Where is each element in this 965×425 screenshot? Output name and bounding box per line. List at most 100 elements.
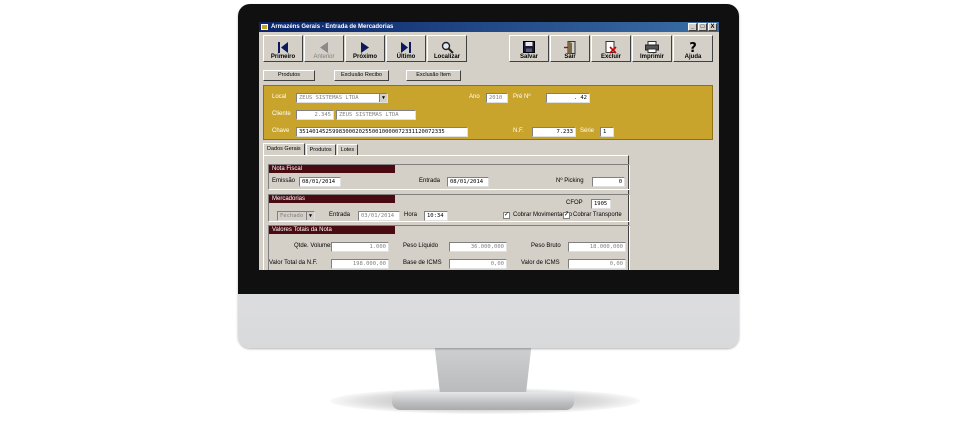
header-panel: Local ZEUS SISTEMAS LTDA ▼ Ano 2010 Pré … [263, 85, 713, 140]
status-dropdown[interactable]: Fechado ▼ [277, 211, 315, 221]
key-label: Chave [272, 128, 290, 134]
nf-total-label: Valor Total da N.F. [269, 260, 318, 266]
delete-receipt-button[interactable]: Exclusão Recibo [334, 70, 389, 81]
year-label: Ano [469, 94, 480, 100]
pre-number-label: Pré Nº [513, 94, 531, 100]
local-label: Local [272, 94, 287, 100]
floppy-disk-icon [523, 40, 535, 54]
help-button[interactable]: ? Ajuda [673, 35, 713, 62]
app-icon [261, 24, 268, 30]
search-button[interactable]: Localizar [427, 35, 467, 62]
invoice-entry-date-field[interactable]: 08/01/2014 [447, 177, 489, 187]
local-value: ZEUS SISTEMAS LTDA [299, 95, 359, 101]
last-label: Último [396, 54, 416, 60]
icms-base-field[interactable]: 0,00 [449, 259, 507, 269]
search-label: Localizar [433, 54, 460, 60]
totals-section: Valores Totais da Nota Qtde. Volumes 1.0… [268, 225, 630, 270]
picking-label: Nº Picking [556, 178, 584, 184]
skip-first-icon [277, 40, 289, 54]
save-label: Salvar [519, 54, 538, 60]
window-titlebar: Armazéns Gerais - Entrada de Mercadorias… [259, 22, 719, 32]
first-button[interactable]: Primeiro [263, 35, 303, 62]
monitor-base [392, 392, 574, 410]
charge-movement-checkbox[interactable]: ✓ [503, 212, 510, 219]
first-label: Primeiro [270, 54, 296, 60]
svg-text:?: ? [689, 41, 697, 54]
tab-general-data[interactable]: Dados Gerais [263, 143, 305, 155]
toolbar: Primeiro Anterior Próximo Último Localiz… [259, 33, 719, 63]
window-title: Armazéns Gerais - Entrada de Mercadorias [271, 24, 394, 30]
volumes-field[interactable]: 1.000 [331, 242, 389, 252]
invoice-section-title: Nota Fiscal [269, 165, 395, 173]
goods-entry-label: Entrada [329, 212, 351, 218]
next-button[interactable]: Próximo [345, 35, 385, 62]
question-mark-icon: ? [688, 40, 698, 54]
close-button[interactable]: X [708, 23, 717, 31]
status-value: Fechado [280, 213, 304, 219]
next-label: Próximo [352, 54, 377, 60]
goods-section-title: Mercadorias [269, 195, 395, 203]
cfop-field[interactable]: 1905 [591, 199, 611, 209]
gross-weight-field[interactable]: 18.000,000 [568, 242, 626, 252]
icms-base-label: Base de ICMS [403, 260, 442, 266]
tab-strip: Dados Gerais Produtos Lotes [263, 143, 359, 155]
next-icon [360, 40, 370, 54]
goods-section: Mercadorias CFOP 1905 Fechado ▼ Entrada … [268, 194, 630, 222]
exit-label: Sair [564, 54, 576, 60]
save-button[interactable]: Salvar [509, 35, 549, 62]
nf-label: N.F. [513, 128, 524, 134]
goods-entry-date-field[interactable]: 03/01/2014 [358, 211, 400, 221]
previous-button[interactable]: Anterior [304, 35, 344, 62]
nf-number-field[interactable]: 7.233 [532, 127, 576, 137]
access-key-field[interactable]: 3514014525998300020255001000007233112007… [296, 127, 468, 137]
invoice-entry-label: Entrada [419, 178, 441, 184]
chevron-down-icon[interactable]: ▼ [306, 212, 314, 220]
previous-label: Anterior [313, 54, 335, 60]
net-weight-label: Peso Líquido [403, 243, 439, 249]
delete-item-button[interactable]: Exclusão Item [406, 70, 461, 81]
client-label: Cliente [272, 111, 291, 117]
time-label: Hora [404, 212, 418, 218]
chevron-down-icon[interactable]: ▼ [379, 94, 387, 102]
printer-icon [645, 40, 659, 54]
icms-value-label: Valor de ICMS [521, 260, 560, 266]
last-button[interactable]: Último [386, 35, 426, 62]
delete-button[interactable]: Excluir [591, 35, 631, 62]
icms-value-field[interactable]: 0,00 [568, 259, 626, 269]
magnifier-icon [441, 40, 454, 54]
totals-section-title: Valores Totais da Nota [269, 226, 395, 234]
monitor-bezel: Armazéns Gerais - Entrada de Mercadorias… [238, 4, 739, 294]
pre-number-field[interactable]: . 42 [546, 93, 590, 103]
picking-field[interactable]: 0 [592, 177, 625, 187]
invoice-section: Nota Fiscal Emissão 08/01/2014 Entrada 0… [268, 164, 630, 190]
nf-total-field[interactable]: 198.000,00 [331, 259, 389, 269]
cfop-label: CFOP [566, 200, 583, 206]
series-field[interactable]: 1 [600, 127, 614, 137]
time-field[interactable]: 10:34 [424, 211, 448, 221]
gross-weight-label: Peso Bruto [531, 243, 561, 249]
client-name-field[interactable]: ZEUS SISTEMAS LTDA [336, 110, 416, 120]
exit-button[interactable]: Sair [550, 35, 590, 62]
print-button[interactable]: Imprimir [632, 35, 672, 62]
tab-products[interactable]: Produtos [305, 144, 336, 155]
skip-last-icon [400, 40, 412, 54]
exit-door-icon [564, 40, 576, 54]
delete-label: Excluir [600, 54, 621, 60]
local-dropdown[interactable]: ZEUS SISTEMAS LTDA ▼ [296, 93, 388, 103]
help-label: Ajuda [684, 54, 702, 60]
monitor: Armazéns Gerais - Entrada de Mercadorias… [238, 4, 739, 348]
minimize-button[interactable]: _ [688, 23, 697, 31]
year-field[interactable]: 2010 [486, 93, 508, 103]
net-weight-field[interactable]: 36.000,000 [449, 242, 507, 252]
tab-lots[interactable]: Lotes [336, 144, 359, 155]
maximize-button[interactable]: □ [698, 23, 707, 31]
charge-transport-checkbox[interactable]: ✓ [563, 212, 570, 219]
volumes-label: Qtde. Volumes [294, 243, 334, 249]
series-label: Série [580, 128, 595, 134]
print-label: Imprimir [639, 54, 664, 60]
emission-label: Emissão [272, 178, 296, 184]
tab-panel-general: Nota Fiscal Emissão 08/01/2014 Entrada 0… [263, 155, 630, 270]
emission-date-field[interactable]: 08/01/2014 [299, 177, 341, 187]
products-button[interactable]: Produtos [263, 70, 315, 81]
client-code-field[interactable]: 2.345 [296, 110, 334, 120]
